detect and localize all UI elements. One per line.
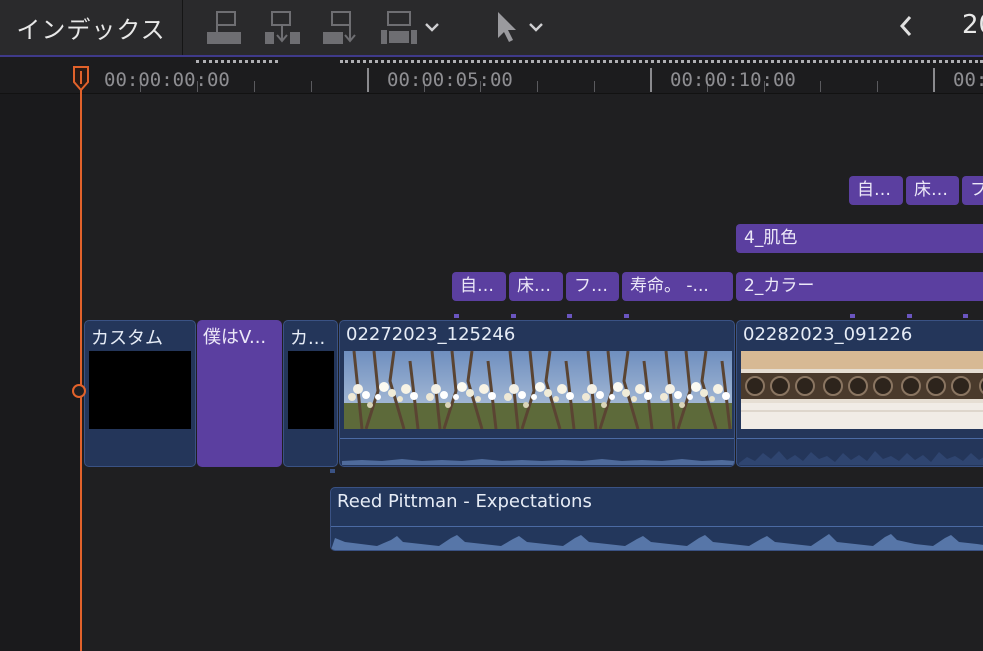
- title-clip[interactable]: フ: [962, 176, 983, 205]
- range-indicator: [340, 60, 983, 67]
- append-clip-icon[interactable]: [322, 10, 360, 50]
- ruler-major-tick: [367, 68, 369, 92]
- playhead-icon[interactable]: [72, 66, 90, 96]
- insert-clip-icon[interactable]: [264, 10, 302, 50]
- skimmer-knob[interactable]: [72, 384, 86, 398]
- ruler-major-tick: [933, 68, 935, 92]
- connect-clip-icon[interactable]: [206, 10, 244, 50]
- title-clip[interactable]: 4_肌色: [736, 224, 983, 253]
- ruler-label: 00:00:00:00: [104, 69, 230, 91]
- index-button-label: インデックス: [16, 16, 166, 44]
- range-indicator: [196, 60, 278, 67]
- timeline-ruler[interactable]: 00:00:00:00 00:00:05:00 00:00:10:00 00:0: [0, 57, 983, 94]
- ruler-major-tick: [650, 68, 652, 92]
- audio-waveform: [739, 451, 983, 465]
- title-clip[interactable]: 2_カラー: [736, 272, 983, 301]
- clip-name: カスタム: [91, 328, 163, 349]
- clip-thumbnail: [89, 351, 191, 429]
- clip-name: 僕はV...: [203, 327, 267, 348]
- video-clip[interactable]: カ...: [283, 320, 338, 467]
- video-clip[interactable]: 02272023_125246: [339, 320, 735, 467]
- title-clip[interactable]: 床…: [509, 272, 563, 301]
- select-tool-icon[interactable]: [496, 10, 518, 48]
- clip-name: 02282023_091226: [743, 324, 913, 345]
- audio-waveform: [342, 459, 734, 465]
- title-clip[interactable]: 僕はV...: [197, 320, 282, 467]
- title-clip[interactable]: フ…: [566, 272, 619, 301]
- chevron-down-icon[interactable]: [528, 18, 544, 37]
- back-arrow-icon[interactable]: [898, 14, 914, 42]
- audio-waveform: [331, 534, 983, 550]
- audio-clip[interactable]: Reed Pittman - Expectations: [330, 487, 983, 551]
- clip-name: Reed Pittman - Expectations: [337, 491, 592, 512]
- timecode-display: 20: [962, 10, 983, 40]
- clip-thumbnail: [288, 351, 334, 429]
- ruler-label: 00:00:10:00: [670, 69, 796, 91]
- title-clip[interactable]: 寿命。 -...: [622, 272, 733, 301]
- title-clip[interactable]: 自…: [452, 272, 506, 301]
- clip-name: カ...: [290, 328, 326, 349]
- clip-filmstrip: [741, 351, 983, 429]
- video-clip[interactable]: カスタム: [84, 320, 196, 467]
- chevron-down-icon[interactable]: [424, 18, 440, 37]
- ruler-label: 00:00:05:00: [387, 69, 513, 91]
- video-clip[interactable]: 02282023_091226: [736, 320, 983, 467]
- timeline-gutter: [0, 94, 82, 651]
- overwrite-clip-icon[interactable]: [380, 10, 418, 50]
- title-clip[interactable]: 床…: [906, 176, 959, 205]
- clip-filmstrip: [344, 351, 732, 429]
- title-clip[interactable]: 自…: [849, 176, 903, 205]
- ruler-label: 00:0: [953, 69, 983, 91]
- timeline-toolbar: インデックス 2: [0, 0, 983, 57]
- playhead[interactable]: [80, 66, 82, 651]
- clip-name: 02272023_125246: [346, 324, 516, 345]
- index-button[interactable]: インデックス: [0, 0, 183, 55]
